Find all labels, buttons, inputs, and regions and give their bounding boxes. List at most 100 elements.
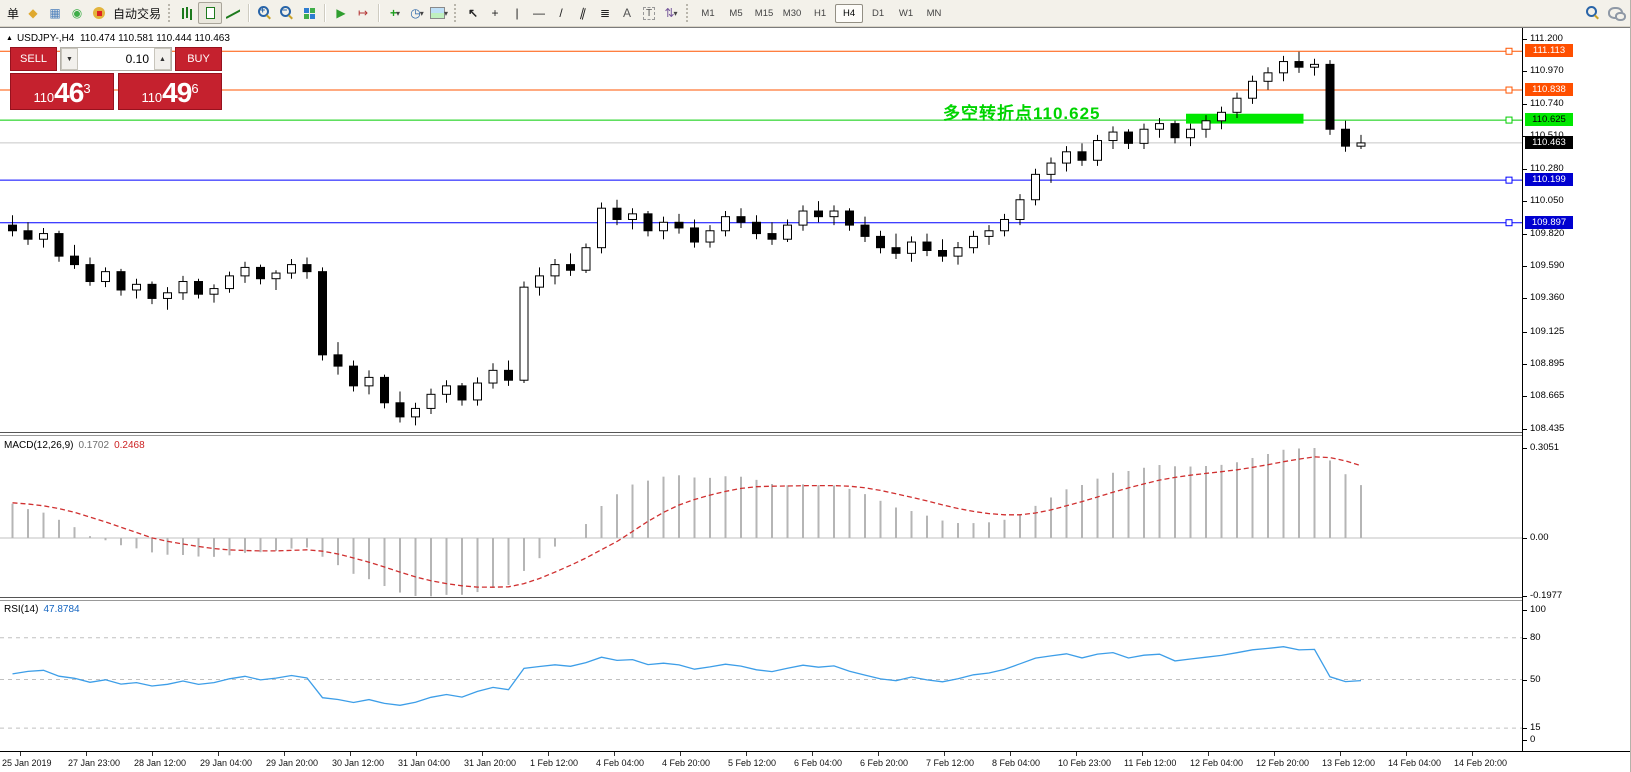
buy-price-prefix: 110 bbox=[141, 90, 162, 105]
new-order-icon[interactable]: ◆ bbox=[22, 3, 44, 23]
time-axis-tick bbox=[1142, 752, 1143, 756]
autotrading-button-label[interactable]: 自动交易 bbox=[113, 5, 161, 22]
current-price-badge: 110.463 bbox=[1525, 136, 1573, 149]
chevron-down-icon[interactable]: ▾ bbox=[444, 9, 448, 18]
toolbar-grip[interactable] bbox=[454, 4, 458, 22]
market-watch-icon[interactable]: ▦ bbox=[44, 3, 66, 23]
cursor-icon[interactable]: ↖ bbox=[462, 3, 484, 23]
chevron-down-icon[interactable]: ▾ bbox=[674, 9, 678, 18]
time-axis[interactable]: 25 Jan 201927 Jan 23:0028 Jan 12:0029 Ja… bbox=[0, 751, 1631, 772]
toolbar-grip[interactable] bbox=[168, 4, 172, 22]
toolbar-grip[interactable] bbox=[686, 4, 690, 22]
fibonacci-icon: ≣ bbox=[600, 6, 610, 20]
time-axis-tick bbox=[1010, 752, 1011, 756]
price-axis-label: 108.895 bbox=[1530, 358, 1564, 369]
chevron-down-icon[interactable]: ▾ bbox=[420, 9, 424, 18]
tile-windows-icon[interactable] bbox=[298, 3, 320, 23]
autotrading-button[interactable] bbox=[88, 3, 110, 23]
main-chart-plot[interactable] bbox=[0, 28, 1522, 432]
axis-tick bbox=[1523, 429, 1527, 430]
trendline-icon[interactable]: / bbox=[550, 3, 572, 23]
axis-tick bbox=[1523, 740, 1527, 741]
equidistant-channel-icon[interactable]: ∥ bbox=[572, 3, 594, 23]
text-icon[interactable]: A bbox=[616, 3, 638, 23]
time-axis-label: 28 Jan 12:00 bbox=[134, 758, 186, 768]
buy-button[interactable]: BUY bbox=[175, 47, 222, 71]
price-axis-label: 110.280 bbox=[1530, 163, 1564, 174]
templates-icon[interactable]: ▾ bbox=[428, 3, 450, 23]
rsi-plot[interactable] bbox=[0, 601, 1522, 751]
periods-icon[interactable]: ◷▾ bbox=[406, 3, 428, 23]
fibonacci-icon[interactable]: ≣ bbox=[594, 3, 616, 23]
timeframe-button-M5[interactable]: M5 bbox=[723, 5, 749, 22]
chat-button[interactable] bbox=[1604, 3, 1626, 23]
sell-price-button[interactable]: 110463 bbox=[10, 73, 114, 110]
time-axis-label: 12 Feb 04:00 bbox=[1190, 758, 1243, 768]
time-axis-label: 25 Jan 2019 bbox=[2, 758, 52, 768]
price-level-badge: 109.897 bbox=[1525, 216, 1573, 229]
time-axis-tick bbox=[548, 752, 549, 756]
crosshair-icon[interactable]: + bbox=[484, 3, 506, 23]
arrows-icon[interactable]: ⇅▾ bbox=[660, 3, 682, 23]
chevron-down-icon[interactable]: ▾ bbox=[396, 9, 400, 18]
rsi-name: RSI(14) bbox=[4, 604, 38, 615]
price-axis[interactable]: 111.200110.970110.740110.510110.280110.0… bbox=[1522, 28, 1631, 751]
time-axis-tick bbox=[416, 752, 417, 756]
timeframe-button-H4[interactable]: H4 bbox=[835, 4, 863, 23]
line-chart-icon[interactable] bbox=[222, 3, 244, 23]
timeframe-button-M15[interactable]: M15 bbox=[751, 5, 777, 22]
axis-tick bbox=[1523, 538, 1527, 539]
time-axis-tick bbox=[878, 752, 879, 756]
horizontal-line-icon[interactable]: — bbox=[528, 3, 550, 23]
timeframe-button-H1[interactable]: H1 bbox=[807, 5, 833, 22]
equidistant-channel-icon: ∥ bbox=[578, 5, 587, 20]
price-axis-label: 108.435 bbox=[1530, 423, 1564, 434]
rsi-axis-label: 80 bbox=[1530, 632, 1541, 643]
time-axis-tick bbox=[1076, 752, 1077, 756]
search-button[interactable] bbox=[1582, 3, 1604, 23]
collapse-triangle-icon[interactable]: ▲ bbox=[6, 35, 13, 42]
mt4-window: 单◆▦◉自动交易+−▶↦+▾◷▾▾↖+|—/∥≣AT⇅▾M1M5M15M30H1… bbox=[0, 0, 1631, 772]
navigator-icon[interactable]: ◉ bbox=[66, 3, 88, 23]
zoom-out-icon[interactable]: − bbox=[276, 3, 298, 23]
timeframe-button-MN[interactable]: MN bbox=[921, 5, 947, 22]
chart-shift-icon[interactable]: ↦ bbox=[352, 3, 374, 23]
time-axis-tick bbox=[1406, 752, 1407, 756]
volume-increase-button[interactable]: ▲ bbox=[154, 48, 171, 70]
timeframe-button-M1[interactable]: M1 bbox=[695, 5, 721, 22]
candlestick-chart-icon[interactable] bbox=[198, 2, 222, 24]
timeframe-button-M30[interactable]: M30 bbox=[779, 5, 805, 22]
volume-decrease-button[interactable]: ▼ bbox=[61, 48, 78, 70]
auto-scroll-icon[interactable]: ▶ bbox=[330, 3, 352, 23]
macd-plot[interactable] bbox=[0, 436, 1522, 597]
orders-menu[interactable]: 单 bbox=[7, 5, 19, 22]
timeframe-button-D1[interactable]: D1 bbox=[865, 5, 891, 22]
time-axis-label: 4 Feb 04:00 bbox=[596, 758, 644, 768]
chat-icon bbox=[1608, 7, 1623, 19]
time-axis-label: 31 Jan 20:00 bbox=[464, 758, 516, 768]
vertical-line-icon[interactable]: | bbox=[506, 3, 528, 23]
rsi-axis-label: 50 bbox=[1530, 674, 1541, 685]
macd-signal-value: 0.2468 bbox=[114, 440, 145, 451]
timeframe-button-W1[interactable]: W1 bbox=[893, 5, 919, 22]
chart-title: ▲USDJPY-,H4 110.474 110.581 110.444 110.… bbox=[6, 33, 230, 44]
trend-annotation[interactable]: 多空转折点110.625 bbox=[943, 99, 1101, 124]
zoom-in-icon[interactable]: + bbox=[254, 3, 276, 23]
buy-price-button[interactable]: 110496 bbox=[118, 73, 222, 110]
axis-tick bbox=[1523, 104, 1527, 105]
axis-tick bbox=[1523, 364, 1527, 365]
bar-chart-icon[interactable] bbox=[176, 3, 198, 23]
macd-axis-label: 0.00 bbox=[1530, 532, 1549, 543]
volume-input[interactable] bbox=[78, 48, 154, 70]
time-axis-label: 6 Feb 04:00 bbox=[794, 758, 842, 768]
time-axis-tick bbox=[944, 752, 945, 756]
time-axis-label: 10 Feb 23:00 bbox=[1058, 758, 1111, 768]
new-chart-icon[interactable]: +▾ bbox=[384, 3, 406, 23]
sell-button[interactable]: SELL bbox=[10, 47, 57, 71]
macd-main-value: 0.1702 bbox=[78, 440, 109, 451]
time-axis-tick bbox=[746, 752, 747, 756]
cursor-icon: ↖ bbox=[468, 6, 478, 20]
text-label-icon[interactable]: T bbox=[638, 3, 660, 23]
time-axis-label: 7 Feb 12:00 bbox=[926, 758, 974, 768]
macd-axis-label: -0.1977 bbox=[1530, 590, 1562, 601]
